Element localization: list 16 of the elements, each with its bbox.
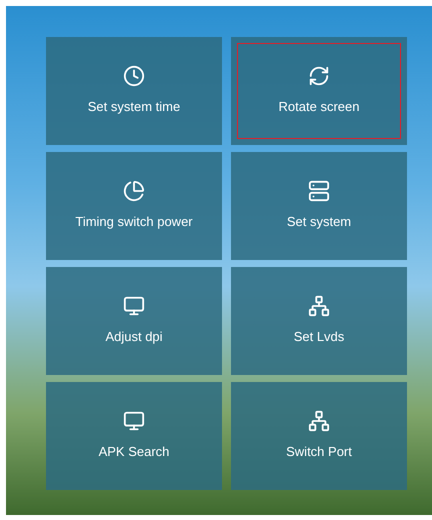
clock-icon bbox=[123, 65, 145, 88]
menu-tile[interactable]: Set system time bbox=[46, 37, 222, 145]
menu-tile[interactable]: Timing switch power bbox=[46, 152, 222, 260]
menu-tile[interactable]: Set Lvds bbox=[231, 267, 407, 375]
menu-tile[interactable]: Set system bbox=[231, 152, 407, 260]
menu-tile[interactable]: Switch Port bbox=[231, 382, 407, 490]
menu-tile[interactable]: Adjust dpi bbox=[46, 267, 222, 375]
server-icon bbox=[308, 180, 330, 202]
network-icon bbox=[308, 295, 330, 318]
rotate-icon bbox=[308, 65, 330, 88]
network-icon bbox=[308, 410, 330, 432]
monitor-icon bbox=[123, 410, 145, 432]
menu-tile[interactable]: Rotate screen bbox=[231, 37, 407, 145]
monitor-icon bbox=[123, 295, 145, 318]
pie-chart-icon bbox=[123, 180, 145, 202]
menu-tile[interactable]: APK Search bbox=[46, 382, 222, 490]
